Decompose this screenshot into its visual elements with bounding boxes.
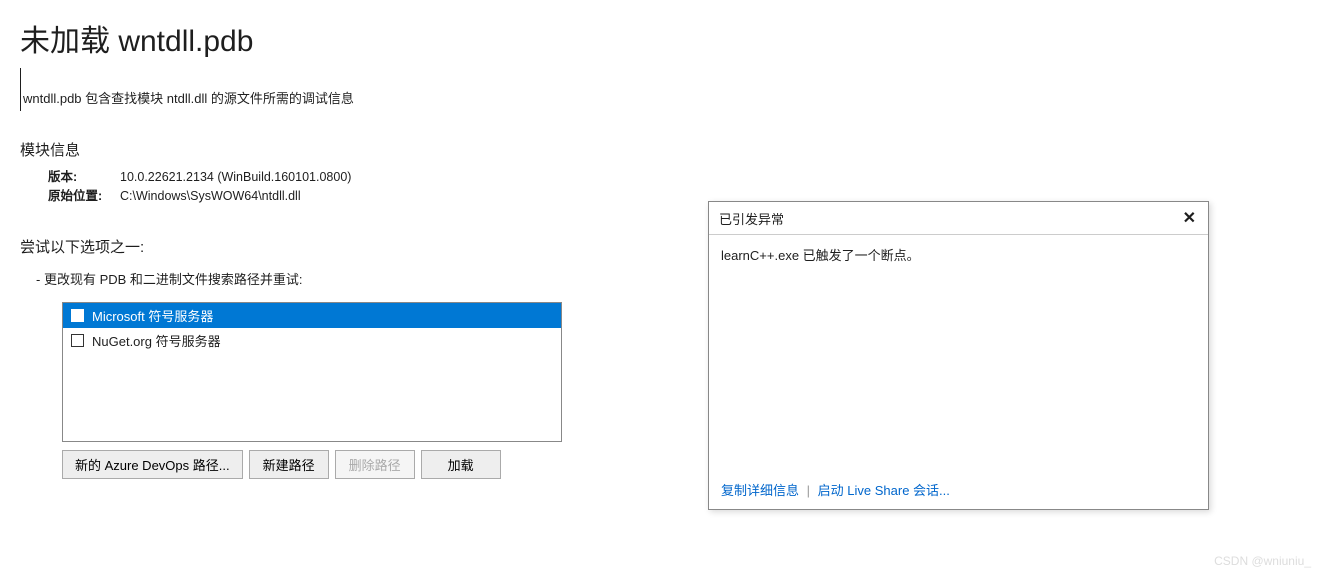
list-item[interactable]: Microsoft 符号服务器 (63, 303, 561, 328)
list-item-label: Microsoft 符号服务器 (92, 306, 213, 325)
popup-footer: 复制详细信息 | 启动 Live Share 会话... (709, 472, 1208, 509)
list-item[interactable]: NuGet.org 符号服务器 (63, 328, 561, 353)
live-share-link[interactable]: 启动 Live Share 会话... (818, 483, 950, 498)
watermark: CSDN @wniuniu_ (1214, 554, 1311, 568)
copy-details-link[interactable]: 复制详细信息 (721, 483, 799, 498)
popup-title: 已引发异常 (719, 209, 784, 228)
module-version-label: 版本: (48, 168, 120, 187)
pdb-description: wntdll.pdb 包含查找模块 ntdll.dll 的源文件所需的调试信息 (20, 68, 1323, 111)
exception-message: learnC++.exe 已触发了一个断点。 (721, 248, 920, 263)
list-item-label: NuGet.org 符号服务器 (92, 331, 221, 350)
module-location-value: C:\Windows\SysWOW64\ntdll.dll (120, 187, 301, 206)
popup-header: 已引发异常 ✕ (709, 202, 1208, 235)
popup-body: learnC++.exe 已触发了一个断点。 (709, 235, 1208, 472)
page-title: 未加载 wntdll.pdb (0, 0, 1323, 68)
checkbox-icon[interactable] (71, 309, 84, 322)
module-info-header: 模块信息 (0, 111, 1323, 166)
load-button[interactable]: 加载 (421, 450, 501, 479)
delete-path-button: 删除路径 (335, 450, 415, 479)
close-icon[interactable]: ✕ (1179, 208, 1200, 228)
module-version-row: 版本: 10.0.22621.2134 (WinBuild.160101.080… (48, 168, 1303, 187)
module-version-value: 10.0.22621.2134 (WinBuild.160101.0800) (120, 168, 351, 187)
new-path-button[interactable]: 新建路径 (249, 450, 329, 479)
exception-popup: 已引发异常 ✕ learnC++.exe 已触发了一个断点。 复制详细信息 | … (708, 201, 1209, 510)
symbol-server-list[interactable]: Microsoft 符号服务器 NuGet.org 符号服务器 (62, 302, 562, 442)
checkbox-icon[interactable] (71, 334, 84, 347)
new-azure-devops-button[interactable]: 新的 Azure DevOps 路径... (62, 450, 243, 479)
separator: | (807, 483, 810, 498)
module-location-label: 原始位置: (48, 187, 120, 206)
